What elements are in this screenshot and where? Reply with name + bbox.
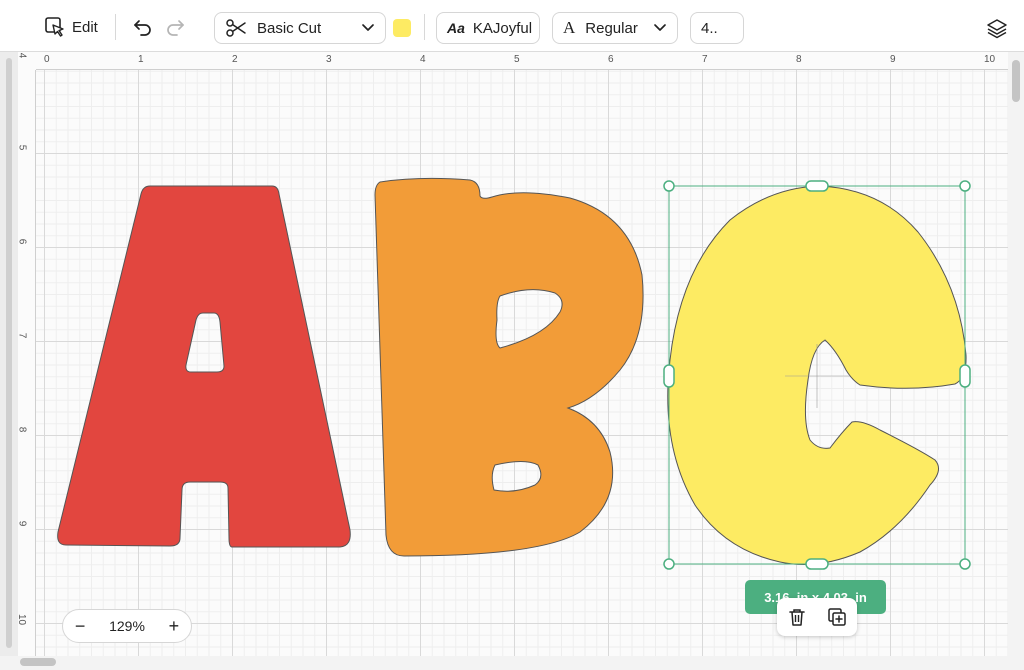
font-size-input[interactable]: 4.. xyxy=(690,12,744,44)
left-panel-rail xyxy=(0,52,18,656)
font-selector[interactable]: Aa KAJoyful xyxy=(436,12,540,44)
font-icon: Aa xyxy=(447,20,465,36)
edit-button[interactable]: Edit xyxy=(44,16,98,38)
horizontal-scrollbar[interactable] xyxy=(20,658,56,666)
zoom-level: 129% xyxy=(109,618,145,634)
operation-label: Basic Cut xyxy=(257,19,322,37)
ruler-left-label: 4 xyxy=(16,52,28,59)
ruler-left-label: 9 xyxy=(16,520,28,527)
vertical-scroll-track xyxy=(1008,52,1024,670)
ruler-top-label: 3 xyxy=(326,54,332,65)
resize-handle-top-right[interactable] xyxy=(959,180,971,192)
ruler-left-label: 8 xyxy=(16,426,28,433)
ruler-top-label: 1 xyxy=(138,54,144,65)
selection-actions xyxy=(777,598,857,636)
resize-handle-right[interactable] xyxy=(959,364,971,388)
ruler-top-label: 9 xyxy=(890,54,896,65)
vertical-scrollbar[interactable] xyxy=(1012,60,1020,102)
font-style-dropdown[interactable]: A Regular xyxy=(552,12,678,44)
zoom-in-button[interactable]: + xyxy=(169,616,180,637)
redo-icon xyxy=(164,17,186,37)
resize-handle-bottom[interactable] xyxy=(805,558,829,570)
redo-button[interactable] xyxy=(164,17,186,37)
top-toolbar: Edit Basic Cut Aa KAJoyful A Regular 4.. xyxy=(0,0,1024,52)
zoom-out-button[interactable]: − xyxy=(75,616,86,637)
ruler-left xyxy=(18,52,36,656)
ruler-top-label: 5 xyxy=(514,54,520,65)
ruler-left-label: 7 xyxy=(16,332,28,339)
ruler-top-label: 7 xyxy=(702,54,708,65)
zoom-control: − 129% + xyxy=(62,609,192,643)
edit-pointer-icon xyxy=(44,16,66,38)
ruler-left-label: 6 xyxy=(16,238,28,245)
color-swatch[interactable] xyxy=(393,19,411,37)
undo-icon xyxy=(132,17,154,37)
letter-b-shape[interactable] xyxy=(374,177,644,557)
operation-dropdown[interactable]: Basic Cut xyxy=(214,12,386,44)
chevron-down-icon xyxy=(653,23,667,33)
resize-handle-top-left[interactable] xyxy=(663,180,675,192)
layers-icon xyxy=(986,17,1008,39)
ruler-top-label: 0 xyxy=(44,54,50,65)
toolbar-divider xyxy=(115,14,116,40)
layers-button[interactable] xyxy=(986,17,1008,39)
resize-handle-top[interactable] xyxy=(805,180,829,192)
ruler-top-label: 6 xyxy=(608,54,614,65)
ruler-top-label: 2 xyxy=(232,54,238,65)
horizontal-scroll-track xyxy=(0,656,1024,670)
toolbar-divider xyxy=(424,14,425,40)
font-style-label: Regular xyxy=(585,19,638,37)
duplicate-icon[interactable] xyxy=(827,607,847,627)
font-style-icon: A xyxy=(563,18,576,37)
font-name: KAJoyful xyxy=(472,19,533,37)
ruler-left-label: 10 xyxy=(16,613,28,626)
trash-icon[interactable] xyxy=(787,607,807,627)
resize-handle-bottom-left[interactable] xyxy=(663,558,675,570)
ruler-top xyxy=(18,52,1008,70)
undo-button[interactable] xyxy=(132,17,154,37)
resize-handle-bottom-right[interactable] xyxy=(959,558,971,570)
font-size-value: 4.. xyxy=(701,19,718,37)
chevron-down-icon xyxy=(361,23,375,33)
ruler-top-label: 4 xyxy=(420,54,426,65)
ruler-top-label: 8 xyxy=(796,54,802,65)
resize-handle-left[interactable] xyxy=(663,364,675,388)
ruler-left-label: 5 xyxy=(16,144,28,151)
scissors-icon xyxy=(225,18,247,38)
ruler-top-label: 10 xyxy=(984,54,996,65)
edit-label: Edit xyxy=(72,18,98,36)
